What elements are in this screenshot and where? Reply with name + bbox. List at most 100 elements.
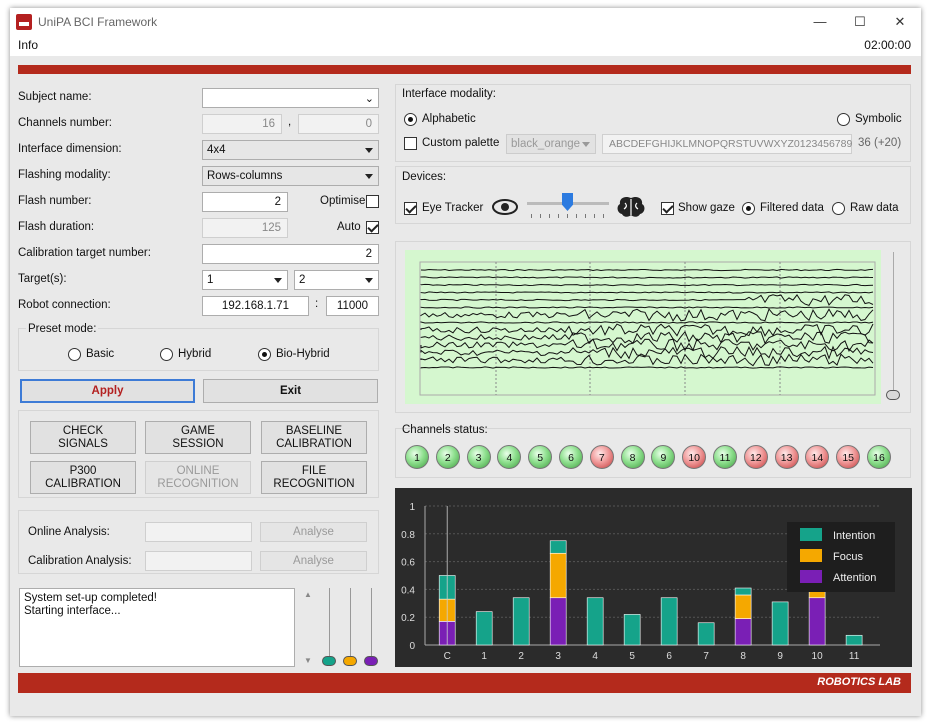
targets-label: Target(s): — [18, 273, 67, 285]
channel-led-11: 11 — [713, 445, 737, 469]
scroll-down-icon[interactable]: ▼ — [304, 656, 312, 665]
dropdown-arrow-icon — [274, 278, 282, 283]
online-analyse-button[interactable]: Analyse — [260, 522, 367, 542]
x-tick-label: 4 — [592, 651, 598, 662]
target-1-select[interactable]: 1 — [202, 270, 288, 290]
channel-led-8: 8 — [620, 445, 645, 469]
close-button[interactable]: ✕ — [885, 11, 915, 33]
channels-status-title: Channels status: — [402, 424, 488, 436]
flash-number-field[interactable]: 2 — [202, 192, 288, 212]
exit-button[interactable]: Exit — [203, 379, 378, 403]
menu-bar: Info 02:00:00 — [10, 36, 921, 56]
y-tick-label: 0 — [409, 641, 415, 652]
bar-intention-6 — [660, 597, 678, 646]
bar-intention-4 — [586, 597, 604, 646]
calibration-target-field[interactable]: 2 — [202, 244, 379, 264]
channel-led-7: 7 — [589, 445, 614, 469]
slider-track — [329, 588, 330, 656]
auto-checkbox[interactable] — [366, 221, 379, 234]
session-button-file-recognition[interactable]: FILE RECOGNITION — [261, 461, 367, 494]
slider-track — [371, 588, 372, 656]
dropdown-arrow-icon — [365, 278, 373, 283]
maximize-button[interactable]: ☐ — [845, 11, 875, 33]
minimize-button[interactable]: — — [805, 11, 835, 33]
focus-color-slider[interactable] — [343, 656, 357, 666]
session-button-game-session[interactable]: GAME SESSION — [145, 421, 251, 454]
bar-focus-3 — [549, 552, 567, 599]
signal-scale-track — [893, 252, 894, 390]
preset-hybrid-radio[interactable] — [160, 348, 173, 361]
y-tick-label: 0.4 — [401, 585, 415, 596]
preset-mode-title: Preset mode: — [26, 323, 99, 335]
intention-color-slider[interactable] — [322, 656, 336, 666]
symbolic-radio[interactable] — [837, 113, 850, 126]
filtered-data-label: Filtered data — [760, 202, 824, 214]
preset-hybrid-label: Hybrid — [178, 348, 212, 360]
channels-field[interactable]: 16 — [202, 114, 282, 134]
footer-bar: ROBOTICS LAB — [18, 673, 911, 693]
x-tick-label: 8 — [740, 651, 746, 662]
eye-icon — [492, 199, 518, 215]
filtered-data-radio[interactable] — [742, 202, 755, 215]
apply-button[interactable]: Apply — [20, 379, 195, 403]
devices-group — [395, 166, 911, 224]
dropdown-arrow-icon — [582, 142, 590, 147]
x-tick-label: 2 — [518, 651, 524, 662]
bar-attention-3 — [549, 597, 567, 646]
log-console[interactable]: System set-up completed! Starting interf… — [19, 588, 295, 667]
custom-palette-label: Custom palette — [422, 137, 500, 149]
channel-led-3: 3 — [466, 445, 491, 469]
channel-led-2: 2 — [435, 445, 460, 469]
robot-connection-label: Robot connection: — [18, 299, 111, 311]
log-scrollbar[interactable]: ▲ ▼ — [303, 588, 313, 667]
bar-focus-8 — [734, 594, 752, 619]
scroll-up-icon[interactable]: ▲ — [304, 590, 312, 599]
x-tick-label: 6 — [666, 651, 672, 662]
eye-tracker-checkbox[interactable] — [404, 202, 417, 215]
channels-extra-field[interactable]: 0 — [298, 114, 379, 134]
app-window: UniPA BCI Framework — ☐ ✕ Info 02:00:00 … — [10, 8, 921, 716]
flash-duration-field[interactable]: 125 — [202, 218, 288, 238]
channel-led-5: 5 — [528, 445, 553, 469]
interface-dimension-select[interactable]: 4x4 — [202, 140, 379, 160]
legend-label-intention: Intention — [833, 530, 875, 542]
alphabet-field[interactable]: ABCDEFGHIJKLMNOPQRSTUVWXYZ0123456789 — [602, 134, 852, 154]
channel-led-15: 15 — [836, 445, 861, 469]
attention-color-slider[interactable] — [364, 656, 378, 666]
calibration-analyse-button[interactable]: Analyse — [260, 551, 367, 571]
signal-scale-slider[interactable] — [886, 390, 900, 400]
x-tick-label: 1 — [481, 651, 487, 662]
session-button-p300-calibration[interactable]: P300 CALIBRATION — [30, 461, 136, 494]
target-2-select[interactable]: 2 — [294, 270, 379, 290]
y-tick-label: 0.8 — [401, 530, 415, 541]
menu-info[interactable]: Info — [18, 38, 38, 52]
calibration-target-label: Calibration target number: — [18, 247, 151, 259]
log-line: Starting interface... — [24, 605, 121, 617]
channel-led-1: 1 — [405, 445, 429, 469]
legend-swatch-intention — [800, 528, 822, 541]
custom-palette-checkbox[interactable] — [404, 137, 417, 150]
session-button-online-recognition[interactable]: ONLINE RECOGNITION — [145, 461, 251, 494]
online-analysis-field[interactable] — [145, 522, 252, 542]
subject-label: Subject name: — [18, 91, 92, 103]
raw-data-radio[interactable] — [832, 202, 845, 215]
online-analysis-label: Online Analysis: — [28, 526, 110, 538]
flashing-modality-select[interactable]: Rows-columns — [202, 166, 379, 186]
alphabetic-radio[interactable] — [404, 113, 417, 126]
show-gaze-checkbox[interactable] — [661, 202, 674, 215]
optimise-checkbox[interactable] — [366, 195, 379, 208]
subject-name-combo[interactable]: ⌄ — [202, 88, 379, 108]
calibration-analysis-field[interactable] — [145, 551, 252, 571]
slider-ticks — [531, 214, 607, 218]
y-tick-label: 0.6 — [401, 558, 415, 569]
session-button-baseline-calibration[interactable]: BASELINE CALIBRATION — [261, 421, 367, 454]
robot-ip-field[interactable]: 192.168.1.71 — [202, 296, 309, 316]
preset-biohybrid-radio[interactable] — [258, 348, 271, 361]
bar-attention-10 — [808, 597, 826, 646]
brain-state-chart: 0 0.2 0.4 0.6 0.8 1 C 1 2 3 4 5 6 7 8 9 10 11 Intention Foc… — [395, 488, 912, 667]
palette-select[interactable]: black_orange — [506, 134, 596, 154]
robot-port-field[interactable]: 11000 — [326, 296, 379, 316]
session-clock: 02:00:00 — [864, 38, 911, 52]
preset-basic-radio[interactable] — [68, 348, 81, 361]
session-button-check-signals[interactable]: CHECK SIGNALS — [30, 421, 136, 454]
